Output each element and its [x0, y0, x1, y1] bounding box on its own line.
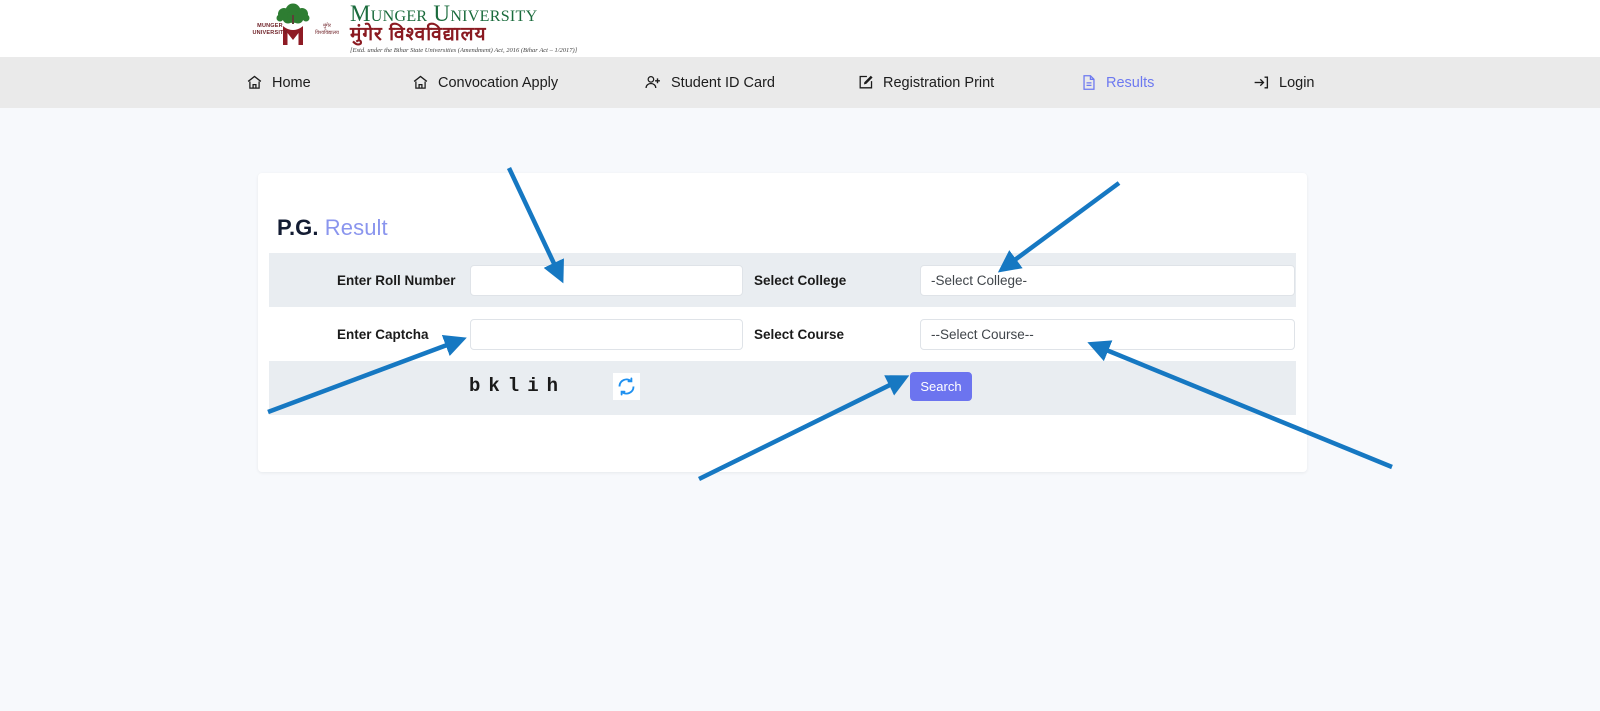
university-title-en: Munger University [350, 1, 538, 26]
nav-label: Student ID Card [671, 74, 775, 91]
captcha-code-image: bklih [469, 375, 567, 397]
nav-item-registration-print[interactable]: Registration Print [857, 57, 994, 108]
home-icon [246, 74, 263, 91]
main-navigation: Home Convocation Apply Student ID Card R… [0, 57, 1600, 108]
form-row-captcha-course: Enter Captcha Select Course --Select Cou… [269, 307, 1296, 361]
form-row-roll-college: Enter Roll Number Select College -Select… [269, 253, 1296, 307]
nav-label: Home [272, 74, 311, 91]
crest-text-left: MUNGER UNIVERSITY [252, 23, 288, 36]
home-icon [412, 74, 429, 91]
university-title-hi: मुंगेर विश्वविद्यालय [350, 24, 487, 45]
nav-label: Login [1279, 74, 1315, 91]
edit-square-icon [857, 74, 874, 91]
crest-text-right: मुंगेर विश्वविद्यालय [315, 23, 339, 36]
captcha-label: Enter Captcha [337, 326, 429, 342]
refresh-icon [618, 377, 635, 396]
university-wordmark: Munger University मुंगेर विश्वविद्यालय [… [350, 1, 577, 55]
search-button[interactable]: Search [910, 372, 972, 401]
select-college-label: Select College [754, 272, 847, 288]
document-icon [1081, 74, 1097, 91]
university-logo: MUNGER UNIVERSITY मुंगेर विश्वविद्यालय M… [246, 1, 577, 55]
sign-in-icon [1252, 74, 1270, 91]
nav-item-results[interactable]: Results [1081, 57, 1154, 108]
pg-result-card: P.G. Result Enter Roll Number Select Col… [258, 173, 1307, 472]
nav-item-convocation-apply[interactable]: Convocation Apply [412, 57, 558, 108]
page-title: P.G. Result [277, 215, 388, 241]
nav-item-home[interactable]: Home [246, 57, 311, 108]
nav-label: Registration Print [883, 74, 995, 91]
captcha-input[interactable] [470, 318, 743, 350]
page-title-light: Result [324, 215, 388, 240]
select-course-dropdown[interactable]: --Select Course-- [920, 318, 1295, 350]
page-title-strong: P.G. [277, 215, 319, 240]
nav-item-login[interactable]: Login [1252, 57, 1314, 108]
roll-number-input[interactable] [470, 264, 743, 296]
form-row-captcha-actions: bklih Search [269, 361, 1296, 415]
nav-label: Convocation Apply [438, 74, 559, 91]
nav-label: Results [1106, 74, 1155, 91]
page-root: MUNGER UNIVERSITY मुंगेर विश्वविद्यालय M… [0, 0, 1600, 711]
select-course-label: Select Course [754, 326, 845, 342]
university-subtitle: [Estd. under the Bihar State Universitie… [350, 47, 578, 54]
roll-number-label: Enter Roll Number [337, 272, 456, 288]
site-header: MUNGER UNIVERSITY मुंगेर विश्वविद्यालय M… [0, 0, 1600, 57]
refresh-captcha-button[interactable] [613, 373, 640, 400]
select-college-dropdown[interactable]: -Select College- [920, 264, 1295, 296]
nav-item-student-id-card[interactable]: Student ID Card [644, 57, 775, 108]
person-add-icon [644, 74, 662, 91]
university-crest: MUNGER UNIVERSITY मुंगेर विश्वविद्यालय [246, 1, 342, 51]
